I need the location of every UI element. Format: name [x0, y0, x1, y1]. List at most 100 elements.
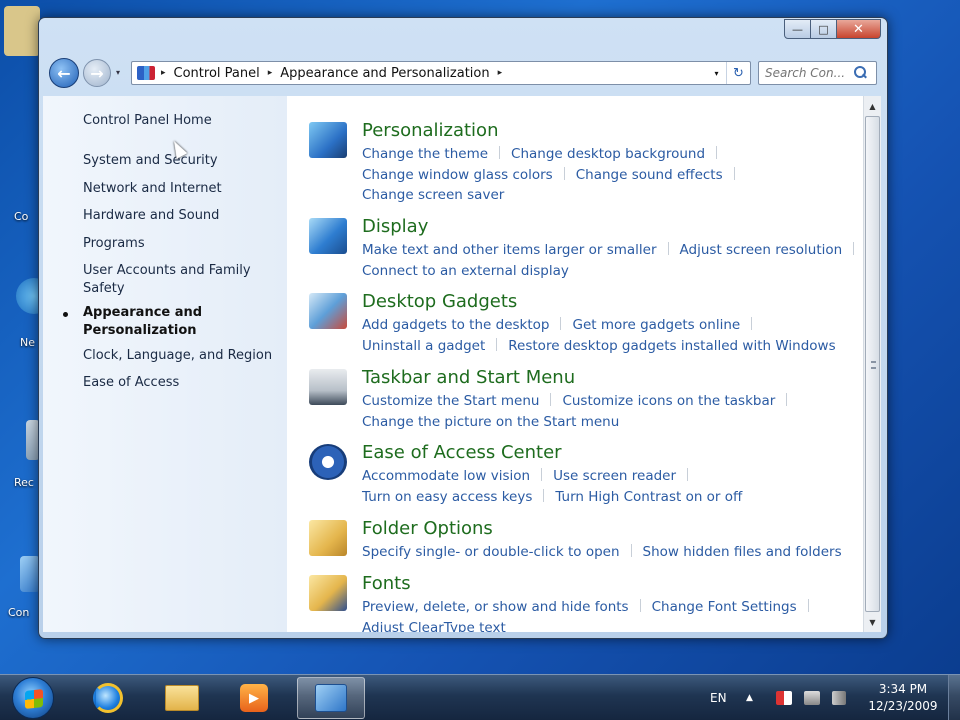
address-bar[interactable]: ▸ Control Panel ▸ Appearance and Persona… [131, 61, 751, 85]
link-change-start-picture[interactable]: Change the picture on the Start menu [362, 414, 619, 430]
refresh-button[interactable]: ↻ [726, 62, 750, 84]
search-input[interactable] [765, 66, 851, 80]
forward-button[interactable]: → [83, 59, 111, 87]
current-page-bullet-icon [63, 312, 68, 317]
action-center-flag-icon[interactable] [776, 691, 792, 705]
link-adjust-cleartype[interactable]: Adjust ClearType text [362, 620, 506, 633]
breadcrumb-separator[interactable]: ▸ [161, 68, 166, 78]
taskbar-windows-explorer[interactable] [152, 677, 212, 719]
category-title-personalization[interactable]: Personalization [362, 120, 498, 141]
link-separator [687, 468, 689, 481]
breadcrumb-separator[interactable]: ▸ [498, 68, 503, 78]
search-box[interactable] [758, 61, 877, 85]
link-separator [499, 146, 501, 159]
language-indicator[interactable]: EN [710, 675, 727, 720]
nav-appearance-and-personalization[interactable]: Appearance and Personalization [83, 304, 213, 340]
maximize-button[interactable]: □ [811, 19, 837, 39]
link-adjust-screen-resolution[interactable]: Adjust screen resolution [680, 242, 843, 258]
breadcrumb-separator[interactable]: ▸ [268, 68, 273, 78]
vertical-scrollbar[interactable]: ▲ ▼ [863, 96, 881, 632]
link-change-theme[interactable]: Change the theme [362, 146, 488, 162]
back-arrow-icon: ← [57, 63, 71, 83]
taskbar-control-panel[interactable] [297, 677, 365, 719]
left-nav-pane: Control Panel Home System and Security N… [43, 96, 287, 632]
link-make-text-larger[interactable]: Make text and other items larger or smal… [362, 242, 657, 258]
desktop-gadgets-icon[interactable] [309, 293, 347, 329]
personalization-icon[interactable] [309, 122, 347, 158]
link-separator [853, 242, 855, 255]
link-separator [733, 166, 735, 180]
recent-pages-button[interactable]: ▾ [116, 68, 120, 77]
link-add-gadgets[interactable]: Add gadgets to the desktop [362, 317, 549, 333]
volume-icon[interactable] [832, 691, 846, 705]
link-use-screen-reader[interactable]: Use screen reader [553, 468, 676, 484]
content-pane: Personalization Change the theme Change d… [287, 96, 863, 632]
link-change-window-glass-colors[interactable]: Change window glass colors [362, 167, 553, 183]
show-hidden-icons-button[interactable]: ▲ [746, 675, 753, 720]
link-separator [639, 599, 641, 612]
link-high-contrast[interactable]: Turn High Contrast on or off [555, 489, 742, 505]
link-separator [716, 146, 718, 159]
link-restore-gadgets[interactable]: Restore desktop gadgets installed with W… [508, 338, 835, 354]
display-icon[interactable] [309, 218, 347, 254]
nav-ease-of-access[interactable]: Ease of Access [83, 374, 279, 392]
category-title-ease-of-access[interactable]: Ease of Access Center [362, 442, 562, 463]
control-panel-icon [137, 66, 155, 80]
nav-user-accounts[interactable]: User Accounts and Family Safety [83, 262, 263, 298]
taskbar-icon[interactable] [309, 369, 347, 405]
scroll-down-button[interactable]: ▼ [864, 614, 881, 630]
link-get-more-gadgets[interactable]: Get more gadgets online [572, 317, 740, 333]
minimize-button[interactable]: — [784, 19, 811, 39]
category-links: Make text and other items larger or smal… [362, 240, 863, 281]
taskbar-internet-explorer[interactable] [78, 677, 138, 719]
control-panel-icon [315, 684, 347, 712]
start-button[interactable] [12, 677, 54, 719]
nav-programs[interactable]: Programs [83, 235, 279, 253]
category-title-folder-options[interactable]: Folder Options [362, 518, 493, 539]
scroll-up-button[interactable]: ▲ [864, 98, 881, 114]
link-show-hidden-files[interactable]: Show hidden files and folders [643, 544, 842, 560]
link-customize-start-menu[interactable]: Customize the Start menu [362, 393, 539, 409]
link-uninstall-gadget[interactable]: Uninstall a gadget [362, 338, 485, 354]
category-title-taskbar[interactable]: Taskbar and Start Menu [362, 367, 575, 388]
category-links: Customize the Start menu Customize icons … [362, 391, 798, 432]
link-separator [630, 544, 632, 557]
taskbar-media-player[interactable]: ▶ [224, 677, 284, 719]
category-links: Accommodate low vision Use screen reader … [362, 466, 742, 507]
category-title-display[interactable]: Display [362, 216, 428, 237]
network-status-icon[interactable] [804, 691, 820, 705]
nav-control-panel-home[interactable]: Control Panel Home [83, 112, 279, 130]
fonts-icon[interactable] [309, 575, 347, 611]
scroll-thumb[interactable] [865, 116, 880, 612]
caption-buttons: — □ ✕ [784, 19, 881, 39]
address-dropdown-button[interactable]: ▾ [706, 62, 726, 84]
link-change-desktop-background[interactable]: Change desktop background [511, 146, 705, 162]
search-icon[interactable] [851, 64, 869, 82]
link-separator [563, 166, 565, 180]
close-button[interactable]: ✕ [837, 19, 881, 39]
back-button[interactable]: ← [49, 58, 79, 88]
link-preview-fonts[interactable]: Preview, delete, or show and hide fonts [362, 599, 629, 615]
nav-network-and-internet[interactable]: Network and Internet [83, 180, 279, 198]
scroll-grip-icon [871, 361, 876, 369]
link-customize-taskbar-icons[interactable]: Customize icons on the taskbar [562, 393, 775, 409]
show-desktop-button[interactable] [948, 675, 960, 720]
ease-of-access-icon[interactable] [309, 444, 347, 480]
clock-time: 3:34 PM [878, 682, 928, 696]
link-change-sound-effects[interactable]: Change sound effects [576, 167, 723, 183]
system-clock[interactable]: 3:34 PM 12/23/2009 [862, 681, 944, 715]
link-separator [751, 317, 753, 330]
link-single-double-click[interactable]: Specify single- or double-click to open [362, 544, 620, 560]
nav-hardware-and-sound[interactable]: Hardware and Sound [83, 207, 279, 225]
nav-clock-language-region[interactable]: Clock, Language, and Region [83, 347, 279, 365]
link-change-font-settings[interactable]: Change Font Settings [652, 599, 797, 615]
link-accommodate-low-vision[interactable]: Accommodate low vision [362, 468, 530, 484]
link-connect-external-display[interactable]: Connect to an external display [362, 263, 569, 279]
category-title-desktop-gadgets[interactable]: Desktop Gadgets [362, 291, 517, 312]
link-change-screen-saver[interactable]: Change screen saver [362, 187, 504, 203]
link-easy-access-keys[interactable]: Turn on easy access keys [362, 489, 532, 505]
category-title-fonts[interactable]: Fonts [362, 573, 411, 594]
breadcrumb-appearance[interactable]: Appearance and Personalization [280, 66, 489, 81]
breadcrumb-control-panel[interactable]: Control Panel [174, 66, 260, 81]
folder-options-icon[interactable] [309, 520, 347, 556]
